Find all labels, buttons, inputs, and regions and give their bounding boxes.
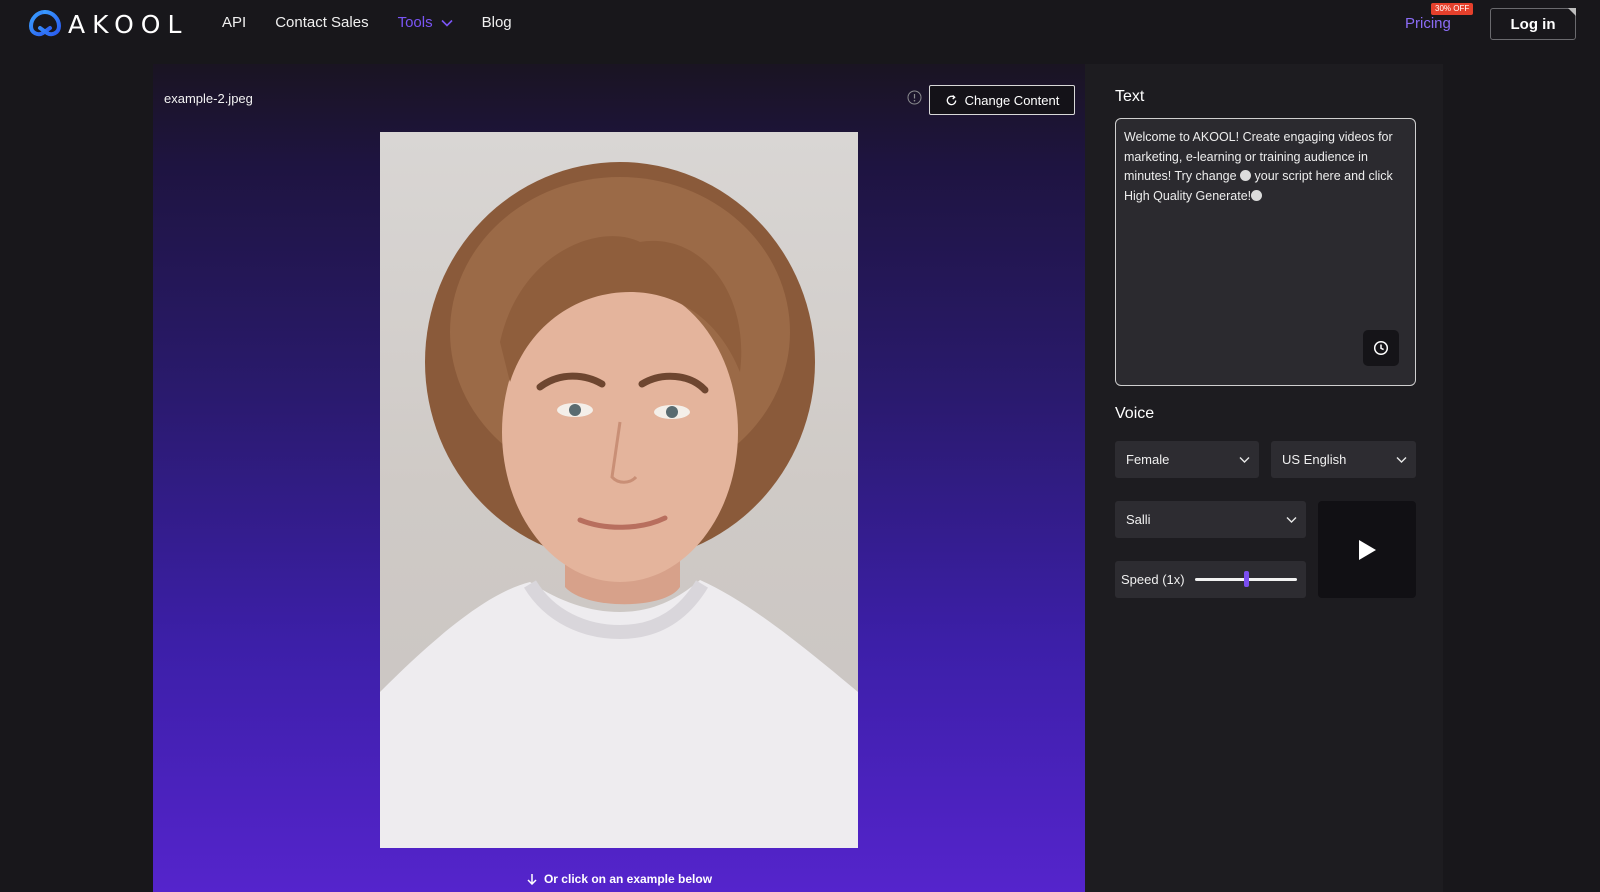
history-icon: [1373, 340, 1389, 356]
chevron-down-icon: [441, 19, 453, 27]
language-select-value: US English: [1282, 452, 1347, 467]
speed-slider[interactable]: [1195, 571, 1297, 587]
emoji-icon: [1240, 170, 1252, 181]
logo-mark-icon: [28, 10, 62, 37]
speed-control: Speed (1x): [1115, 561, 1306, 598]
change-content-label: Change Content: [964, 92, 1060, 108]
top-navigation-bar: AKOOL API Contact Sales Tools Blog Prici…: [0, 0, 1600, 48]
play-preview-button[interactable]: [1318, 501, 1416, 598]
script-textarea[interactable]: Welcome to AKOOL! Create engaging videos…: [1115, 118, 1416, 386]
login-button[interactable]: Log in: [1490, 8, 1576, 40]
change-content-button[interactable]: Change Content: [929, 85, 1075, 115]
nav-label: API: [222, 14, 247, 31]
text-section-label: Text: [1115, 88, 1145, 105]
nav-api[interactable]: API: [222, 14, 246, 31]
gender-select-value: Female: [1126, 452, 1170, 467]
nav-label: Tools: [397, 14, 433, 31]
history-button[interactable]: [1363, 330, 1399, 366]
example-hint-label: Or click on an example below: [543, 872, 713, 886]
speed-slider-thumb[interactable]: [1243, 571, 1249, 587]
preview-panel: example-2.jpeg Change Content Or click o…: [153, 64, 1085, 892]
login-label: Log in: [1510, 15, 1556, 33]
discount-badge: 30% OFF: [1431, 3, 1474, 15]
emoji-icon: [1251, 189, 1263, 201]
akool-logo[interactable]: AKOOL: [26, 9, 188, 39]
logo-text: AKOOL: [68, 9, 189, 39]
chevron-down-icon: [1396, 457, 1407, 463]
voice-select-value: Salli: [1126, 512, 1151, 527]
pricing-link[interactable]: Pricing: [1405, 15, 1451, 32]
nav-contact-sales[interactable]: Contact Sales: [275, 14, 368, 31]
main-nav: API Contact Sales Tools Blog: [222, 14, 541, 31]
info-icon[interactable]: [907, 90, 922, 105]
filename-label: example-2.jpeg: [164, 91, 253, 106]
nav-tools[interactable]: Tools: [398, 14, 453, 31]
play-icon: [1359, 539, 1376, 560]
settings-panel: Text Welcome to AKOOL! Create engaging v…: [1085, 64, 1443, 892]
corner-decoration: [1568, 8, 1576, 16]
nav-blog[interactable]: Blog: [482, 14, 512, 31]
portrait-image: [380, 132, 858, 848]
pricing-link-wrapper: Pricing 30% OFF: [1405, 3, 1474, 33]
language-select[interactable]: US English: [1271, 441, 1416, 478]
chevron-down-icon: [1239, 457, 1250, 463]
gender-select[interactable]: Female: [1115, 441, 1259, 478]
voice-section-label: Voice: [1115, 405, 1155, 422]
arrow-down-icon: [527, 874, 537, 885]
voice-select[interactable]: Salli: [1115, 501, 1306, 538]
example-hint[interactable]: Or click on an example below: [153, 872, 1085, 886]
chevron-down-icon: [1286, 517, 1297, 523]
nav-label: Contact Sales: [275, 14, 369, 31]
nav-label: Blog: [481, 14, 512, 31]
refresh-icon: [946, 94, 956, 105]
speed-label: Speed (1x): [1121, 572, 1185, 587]
